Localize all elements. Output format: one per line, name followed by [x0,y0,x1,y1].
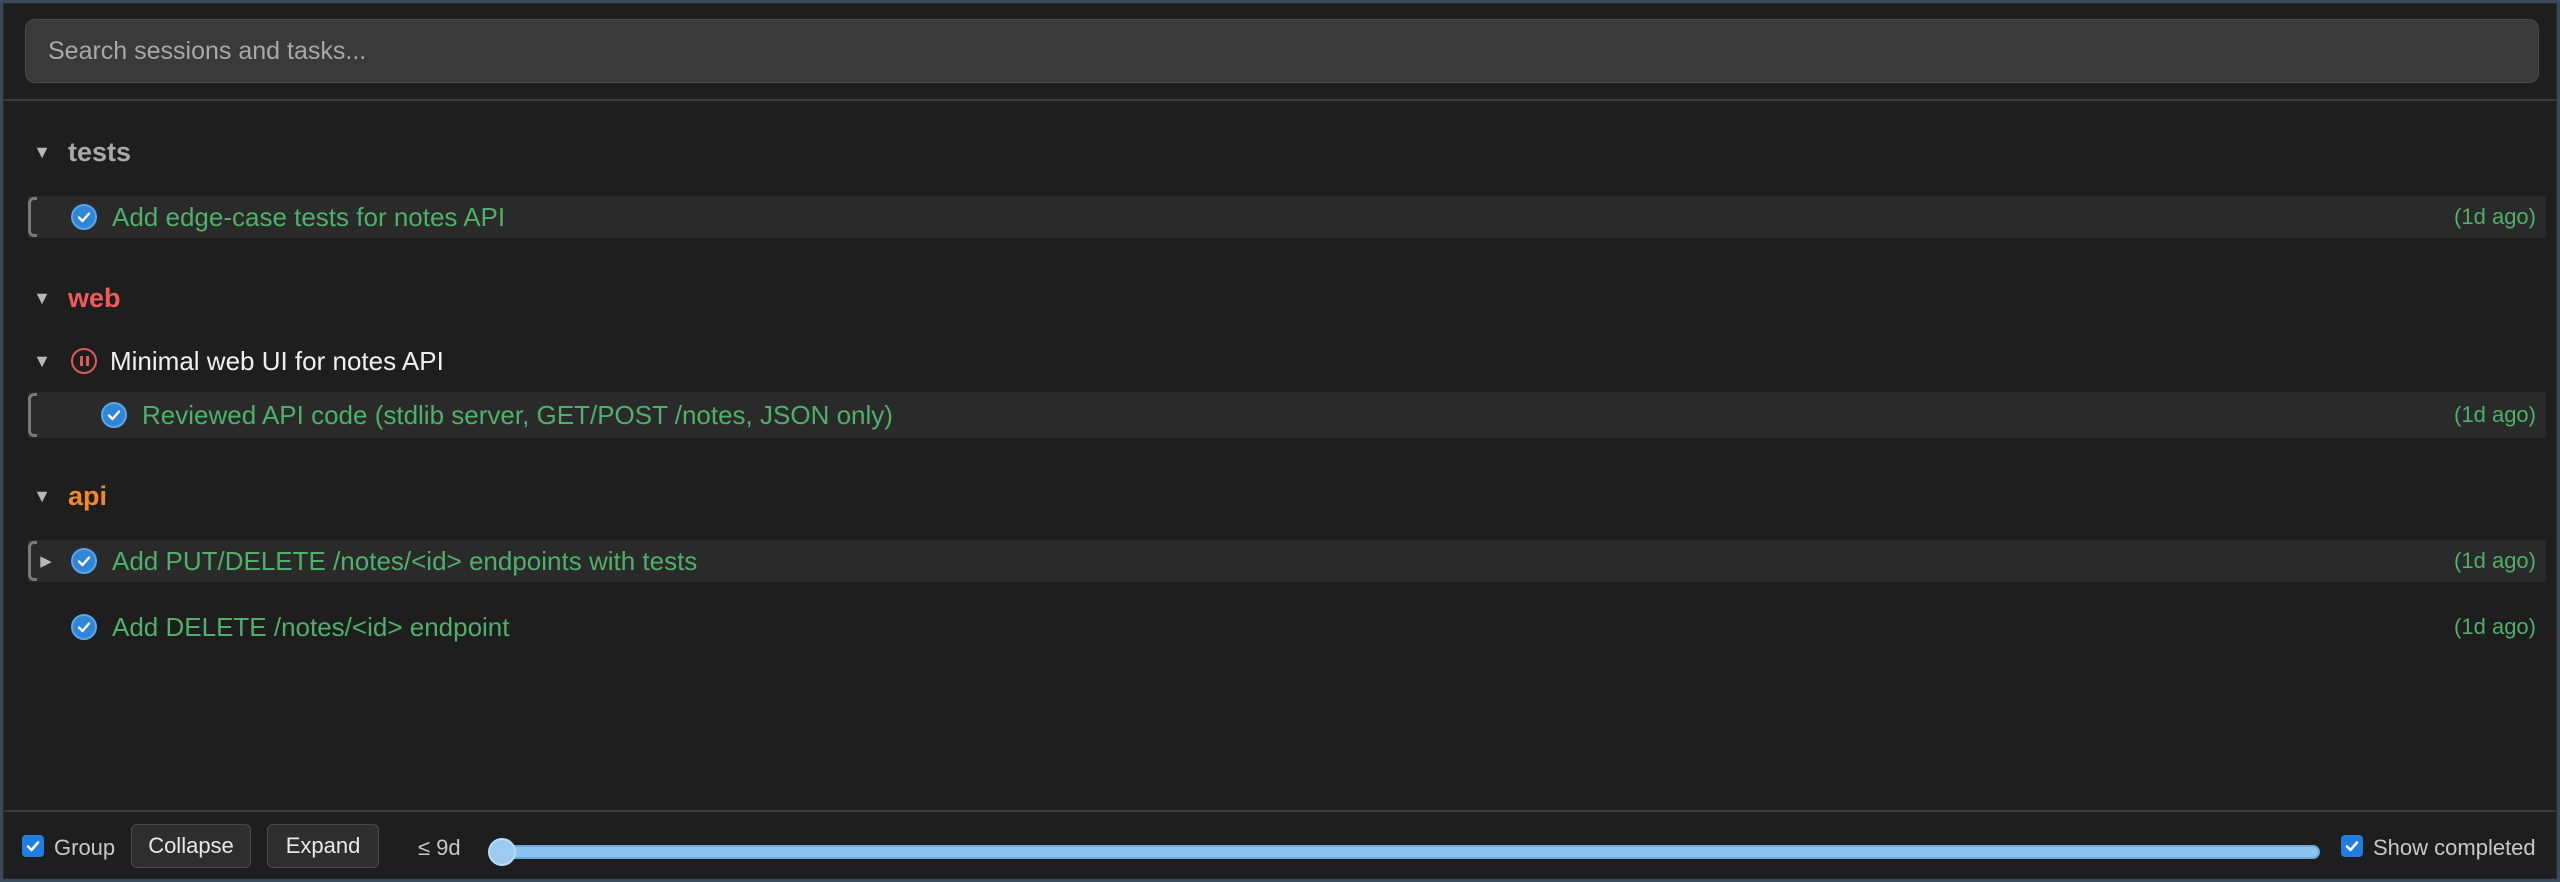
group-label: web [68,282,121,313]
task-title: Add PUT/DELETE /notes/<id> endpoints wit… [112,545,698,576]
search-box[interactable] [25,19,2539,83]
caret-down-icon[interactable]: ▼ [32,142,52,163]
check-circle-icon [71,548,97,574]
search-input[interactable] [26,20,2538,82]
app-window: ▼ tests Add edge-case tests for notes AP… [3,3,2557,879]
group-label: api [68,480,108,511]
task-row[interactable]: Reviewed API code (stdlib server, GET/PO… [28,392,2546,438]
row-bracket [28,393,37,437]
task-time: (1d ago) [2454,548,2536,573]
caret-down-icon[interactable]: ▼ [32,486,52,507]
task-row[interactable]: ▶ Add PUT/DELETE /notes/<id> endpoints w… [28,540,2546,582]
caret-right-icon[interactable]: ▶ [36,552,56,570]
footer-toolbar: Group Collapse Expand ≤ 9d Show complete… [4,812,2556,880]
age-slider-thumb[interactable] [488,838,516,866]
task-title: Add edge-case tests for notes API [112,201,506,232]
check-circle-icon [101,402,127,428]
task-row[interactable]: Add DELETE /notes/<id> endpoint (1d ago) [28,606,2546,648]
task-time: (1d ago) [2454,402,2536,427]
age-slider-track[interactable] [500,845,2320,859]
task-title: Add DELETE /notes/<id> endpoint [112,611,510,642]
collapse-button[interactable]: Collapse [131,824,251,868]
show-completed-label[interactable]: Show completed [2373,835,2536,861]
group-label: tests [68,136,132,167]
paused-icon [71,348,97,374]
caret-down-icon[interactable]: ▼ [32,288,52,309]
check-circle-icon [71,614,97,640]
age-filter-label: ≤ 9d [418,835,461,860]
expand-button[interactable]: Expand [267,824,379,868]
task-time: (1d ago) [2454,204,2536,229]
show-completed-checkbox[interactable] [2341,835,2363,857]
session-title: Minimal web UI for notes API [110,345,444,376]
session-row[interactable]: ▼ Minimal web UI for notes API [4,340,2544,382]
task-title: Reviewed API code (stdlib server, GET/PO… [142,399,893,430]
group-checkbox[interactable] [22,835,44,857]
caret-down-icon[interactable]: ▼ [32,351,52,372]
task-time: (1d ago) [2454,614,2536,639]
check-circle-icon [71,204,97,230]
group-checkbox-label[interactable]: Group [54,835,115,861]
row-bracket [28,197,37,237]
divider [4,99,2556,101]
task-row[interactable]: Add edge-case tests for notes API (1d ag… [28,196,2546,238]
